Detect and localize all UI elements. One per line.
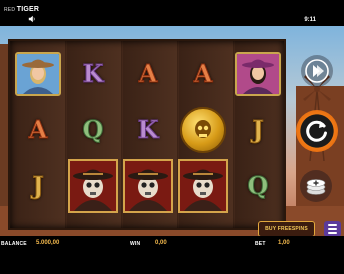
symbol-letter: A xyxy=(193,58,213,88)
outlaw-woman-portrait-image xyxy=(235,51,281,96)
gold-skull-coin-symbol xyxy=(177,102,229,157)
symbol-a: A xyxy=(12,102,64,157)
buy-freespins-button[interactable]: BUY FREESPINS xyxy=(258,221,315,237)
clock: 9:11 xyxy=(304,17,316,23)
balance-value: 5.000,00 xyxy=(36,240,60,246)
win-value: 0,00 xyxy=(155,240,167,246)
reel-grid: AJKQAKAJQ xyxy=(8,39,286,230)
symbol-letter: A xyxy=(138,58,158,88)
cowboy-woman-portrait xyxy=(12,46,64,101)
skull-bandit-symbol xyxy=(67,158,119,213)
symbol-a: A xyxy=(177,46,229,101)
outlaw-woman-portrait xyxy=(232,46,284,101)
footer-bar: BALANCE 5.000,00 WIN 0,00 BET 1,00 xyxy=(0,236,344,274)
symbol-a: A xyxy=(122,46,174,101)
skull-bandit-symbol xyxy=(122,158,174,213)
spin-button[interactable] xyxy=(296,110,338,152)
symbol-k: K xyxy=(67,46,119,101)
symbol-letter: J xyxy=(32,170,44,200)
symbol-letter: Q xyxy=(82,114,104,144)
symbol-letter: Q xyxy=(247,170,269,200)
symbol-k: K xyxy=(122,102,174,157)
bet-value: 1,00 xyxy=(278,240,290,246)
symbol-j: J xyxy=(12,158,64,213)
skull-bandit-symbol-image xyxy=(178,158,228,213)
balance-label: BALANCE xyxy=(1,241,27,247)
autoplay-arrows-icon xyxy=(305,59,329,83)
brand-logo: RED TIGER xyxy=(4,6,40,13)
skull-bandit-symbol-image xyxy=(123,158,173,213)
skull-bandit-symbol xyxy=(177,158,229,213)
symbol-j: J xyxy=(232,102,284,157)
symbol-letter: A xyxy=(28,114,48,144)
cowboy-woman-portrait-image xyxy=(15,51,61,96)
menu-icon[interactable] xyxy=(324,221,341,237)
win-label: WIN xyxy=(130,241,141,247)
spin-icon xyxy=(306,120,327,142)
bet-label: BET xyxy=(255,241,266,247)
bet-chips-icon xyxy=(306,179,326,195)
symbol-letter: J xyxy=(252,114,264,144)
bet-button[interactable] xyxy=(300,170,332,202)
status-bar: RED TIGER 9:11 xyxy=(0,0,344,26)
skull-bandit-symbol-image xyxy=(68,158,118,213)
gold-skull-coin-symbol-image xyxy=(180,106,226,153)
autoplay-button[interactable] xyxy=(301,55,333,87)
symbol-letter: K xyxy=(82,58,104,88)
sound-icon[interactable] xyxy=(28,15,36,23)
symbol-q: Q xyxy=(232,158,284,213)
symbol-q: Q xyxy=(67,102,119,157)
symbol-letter: K xyxy=(137,114,159,144)
